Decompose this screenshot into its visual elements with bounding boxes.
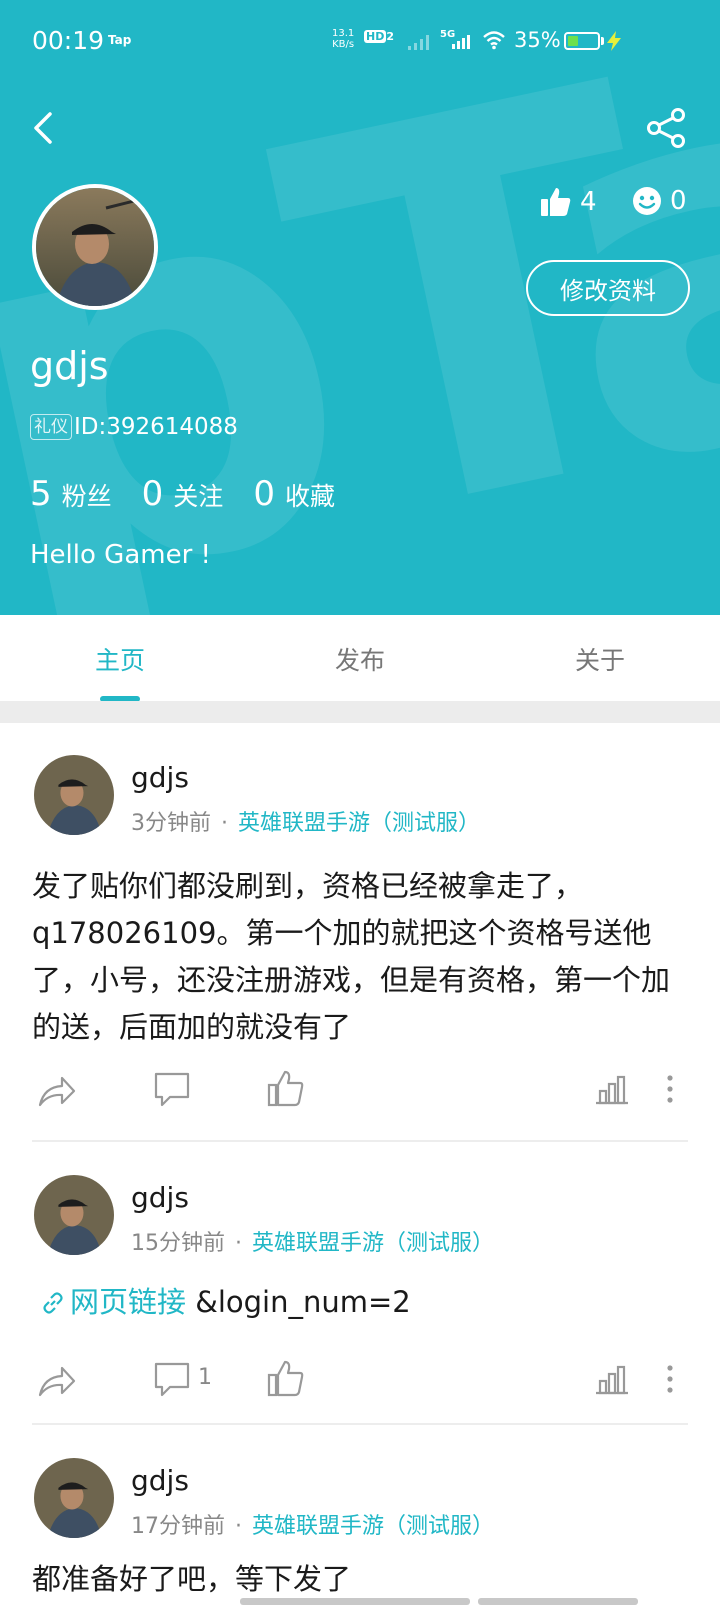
forward-icon[interactable]	[36, 1071, 76, 1111]
tab-home[interactable]: 主页	[60, 641, 180, 677]
post-author-avatar[interactable]	[34, 1175, 114, 1255]
status-time: 00:19	[32, 26, 105, 55]
link-icon	[43, 1292, 63, 1314]
post-author-name[interactable]: gdjs	[131, 1464, 189, 1497]
network-type-label: 5G	[440, 29, 455, 40]
favorites-count[interactable]: 0	[253, 474, 275, 514]
thumbs-up-icon[interactable]	[266, 1358, 306, 1398]
battery-icon	[564, 32, 600, 50]
home-indicator[interactable]	[240, 1598, 470, 1605]
post-game-link[interactable]: 英雄联盟手游（测试服）	[252, 1231, 494, 1256]
tab-posts[interactable]: 发布	[300, 641, 420, 677]
smiles-stat: 0	[632, 186, 687, 216]
wifi-icon	[483, 31, 505, 50]
web-link[interactable]: 网页链接	[70, 1285, 186, 1319]
more-vertical-icon[interactable]	[662, 1359, 678, 1399]
post-time: 3分钟前	[131, 811, 211, 836]
tab-about[interactable]: 关于	[540, 641, 660, 677]
profile-header: pTa 00:19 Tap 13.1 KB/s HD 2 5G 35% 4 0 …	[0, 0, 720, 615]
edit-profile-button[interactable]: 修改资料	[526, 260, 690, 316]
comment-icon[interactable]	[152, 1069, 192, 1109]
more-vertical-icon[interactable]	[662, 1069, 678, 1109]
avatar-photo	[36, 188, 154, 306]
followers-label[interactable]: 粉丝	[62, 477, 112, 513]
avatar-photo	[34, 1458, 114, 1538]
status-bar: 00:19 Tap 13.1 KB/s HD 2 5G 35%	[0, 0, 720, 80]
meta-separator: ·	[221, 811, 228, 836]
post-content[interactable]: 都准备好了吧，等下发了	[32, 1556, 682, 1603]
post-game-link[interactable]: 英雄联盟手游（测试服）	[238, 811, 480, 836]
network-speed: 13.1 KB/s	[332, 28, 354, 50]
post-divider	[32, 1423, 688, 1425]
profile-bio: Hello Gamer !	[30, 540, 211, 570]
favorites-label[interactable]: 收藏	[285, 477, 335, 513]
avatar-photo	[34, 1175, 114, 1255]
tap-notification-icon: Tap	[108, 33, 132, 47]
section-divider	[0, 701, 720, 723]
post-game-link[interactable]: 英雄联盟手游（测试服）	[252, 1514, 494, 1539]
profile-username: gdjs	[30, 344, 109, 388]
profile-avatar[interactable]	[32, 184, 158, 310]
hd-voice-icon: HD 2	[364, 30, 394, 50]
profile-counts: 5 粉丝 0 关注 0 收藏	[30, 474, 365, 514]
share-icon[interactable]	[644, 106, 688, 150]
thumbs-up-icon[interactable]	[266, 1068, 306, 1108]
post-meta: 15分钟前 · 英雄联盟手游（测试服）	[131, 1225, 494, 1257]
thumbs-up-icon	[541, 188, 571, 216]
post-author-name[interactable]: gdjs	[131, 761, 189, 794]
charging-icon	[607, 31, 621, 51]
post-content[interactable]: 网页链接 &login_num=2	[32, 1279, 682, 1326]
post-divider	[32, 1140, 688, 1142]
post-card[interactable]: gdjs 15分钟前 · 英雄联盟手游（测试服） 网页链接 &login_num=2…	[0, 1143, 720, 1426]
following-label[interactable]: 关注	[173, 477, 223, 513]
meta-separator: ·	[235, 1514, 242, 1539]
signal-5g-icon: 5G	[440, 29, 470, 49]
home-indicator-secondary	[478, 1598, 638, 1605]
post-card[interactable]: gdjs 17分钟前 · 英雄联盟手游（测试服） 都准备好了吧，等下发了	[0, 1426, 720, 1605]
etiquette-badge[interactable]: 礼仪	[30, 414, 72, 440]
bar-chart-icon[interactable]	[592, 1069, 632, 1109]
battery-percent: 35%	[514, 28, 561, 52]
post-author-avatar[interactable]	[34, 755, 114, 835]
followers-count[interactable]: 5	[30, 474, 52, 514]
post-content[interactable]: 发了贴你们都没刷到，资格已经被拿走了，q178026109。第一个加的就把这个资…	[32, 863, 682, 1051]
likes-stat: 4	[540, 186, 597, 218]
network-speed-value: 13.1	[332, 28, 355, 39]
post-card[interactable]: gdjs 3分钟前 · 英雄联盟手游（测试服） 发了贴你们都没刷到，资格已经被拿走了…	[0, 723, 720, 1143]
smile-icon	[633, 187, 661, 215]
smiles-count: 0	[670, 186, 687, 216]
profile-tabs: 主页 发布 关于	[0, 615, 720, 701]
user-id: ID:392614088	[74, 414, 238, 440]
network-speed-unit: KB/s	[332, 39, 355, 50]
hd-sub: 2	[386, 30, 394, 43]
meta-separator: ·	[235, 1231, 242, 1256]
hd-label: HD	[364, 30, 387, 43]
post-author-name[interactable]: gdjs	[131, 1181, 189, 1214]
back-chevron-icon[interactable]	[26, 108, 62, 148]
following-count[interactable]: 0	[142, 474, 164, 514]
post-time: 17分钟前	[131, 1514, 225, 1539]
post-text: &login_num=2	[195, 1285, 411, 1319]
user-id-row: 礼仪 ID:392614088	[30, 414, 238, 440]
forward-icon[interactable]	[36, 1361, 76, 1401]
post-meta: 17分钟前 · 英雄联盟手游（测试服）	[131, 1508, 494, 1540]
likes-count: 4	[580, 187, 597, 217]
bar-chart-icon[interactable]	[592, 1359, 632, 1399]
post-author-avatar[interactable]	[34, 1458, 114, 1538]
avatar-photo	[34, 755, 114, 835]
comment-count[interactable]: 1	[198, 1365, 212, 1390]
post-meta: 3分钟前 · 英雄联盟手游（测试服）	[131, 805, 480, 837]
signal-sim1-icon	[408, 35, 429, 50]
post-time: 15分钟前	[131, 1231, 225, 1256]
comment-icon[interactable]	[152, 1359, 192, 1399]
